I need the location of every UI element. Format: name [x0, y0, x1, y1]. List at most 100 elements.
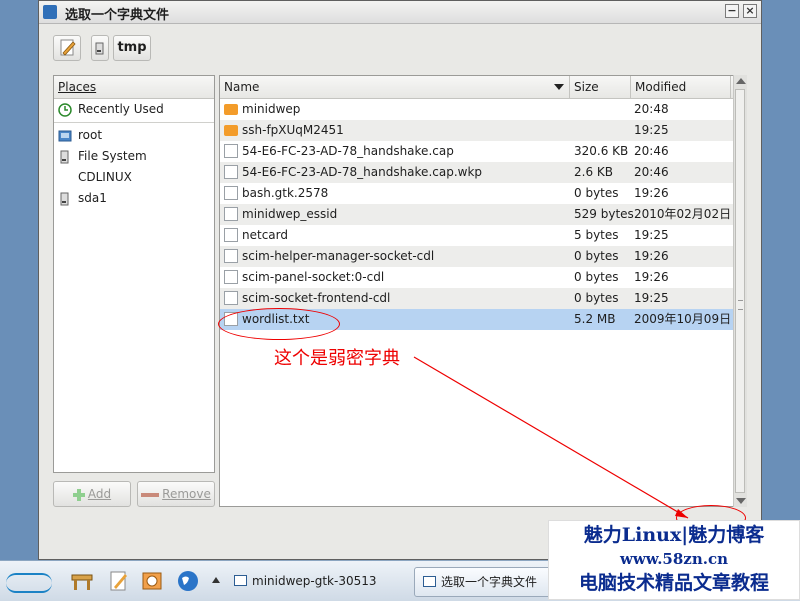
file-modified: 19:26	[634, 186, 669, 200]
scroll-up-arrow-icon[interactable]	[736, 78, 746, 84]
scroll-down-arrow-icon[interactable]	[736, 498, 746, 504]
file-row[interactable]: scim-helper-manager-socket-cdl 0 bytes 19:…	[220, 246, 746, 267]
drive-icon	[95, 42, 104, 55]
file-icon	[224, 291, 238, 305]
grip-icon	[738, 300, 743, 310]
file-icon	[224, 186, 238, 200]
place-label: File System	[78, 149, 147, 163]
minus-icon	[141, 492, 160, 497]
place-label: root	[78, 128, 103, 142]
file-name: scim-socket-frontend-cdl	[242, 291, 391, 305]
file-modified: 2009年10月09日	[634, 312, 732, 326]
file-size: 529 bytes	[574, 207, 634, 221]
file-row[interactable]: bash.gtk.2578 0 bytes 19:26	[220, 183, 746, 204]
column-name-label: Name	[224, 80, 260, 94]
add-bookmark-button[interactable]: Add	[53, 481, 131, 507]
places-header[interactable]: Places	[54, 76, 214, 99]
file-name: scim-panel-socket:0-cdl	[242, 270, 385, 284]
column-modified-header[interactable]: Modified	[631, 76, 731, 98]
file-modified: 19:25	[634, 123, 669, 137]
image-viewer-icon[interactable]	[140, 569, 164, 593]
file-icon	[224, 144, 238, 158]
path-segment-root[interactable]	[91, 35, 109, 61]
file-row[interactable]: 54-E6-FC-23-AD-78_handshake.cap 320.6 KB 2…	[220, 141, 746, 162]
place-recently-used[interactable]: Recently Used	[54, 99, 214, 120]
minimize-button[interactable]: −	[725, 4, 739, 18]
title-bar[interactable]: 选取一个字典文件 − ×	[39, 1, 761, 24]
file-name: 54-E6-FC-23-AD-78_handshake.cap	[242, 144, 454, 158]
file-modified: 19:25	[634, 291, 669, 305]
file-row[interactable]: 54-E6-FC-23-AD-78_handshake.cap.wkp 2.6 K…	[220, 162, 746, 183]
places-divider	[54, 122, 214, 123]
column-size-label: Size	[574, 80, 599, 94]
blank-icon	[58, 171, 72, 185]
web-browser-icon[interactable]	[176, 569, 200, 593]
watermark-line: 电脑技术精品文章教程	[578, 572, 769, 594]
scroll-thumb[interactable]	[735, 89, 745, 493]
edit-location-button[interactable]	[53, 35, 81, 61]
file-row[interactable]: scim-socket-frontend-cdl 0 bytes 19:25	[220, 288, 746, 309]
task-button-minidwep[interactable]: minidwep-gtk-30513	[226, 567, 410, 595]
file-size: 5.2 MB	[574, 312, 616, 326]
place-sda1[interactable]: sda1	[54, 188, 214, 209]
places-header-label: Places	[58, 80, 97, 94]
text-editor-icon[interactable]	[106, 569, 130, 593]
place-label: Recently Used	[78, 102, 164, 116]
column-name-header[interactable]: Name	[220, 76, 570, 98]
file-row[interactable]: minidwep_essid 529 bytes 2010年02月02日	[220, 204, 746, 225]
file-row[interactable]: netcard 5 bytes 19:25	[220, 225, 746, 246]
vertical-scrollbar[interactable]	[733, 75, 747, 507]
close-button[interactable]: ×	[743, 4, 757, 18]
add-label: Add	[87, 487, 112, 501]
file-modified: 19:25	[634, 228, 669, 242]
file-name: minidwep_essid	[242, 207, 338, 221]
recent-icon	[58, 102, 72, 117]
pencil-icon	[60, 39, 76, 56]
remove-label: Remove	[162, 487, 211, 501]
task-label: minidwep-gtk-30513	[252, 574, 377, 588]
window-icon	[234, 575, 247, 586]
expand-arrow-icon[interactable]	[212, 577, 220, 583]
file-size: 320.6 KB	[574, 144, 629, 158]
file-name: ssh-fpXUqM2451	[242, 123, 344, 137]
file-size: 0 bytes	[574, 186, 619, 200]
file-row[interactable]: scim-panel-socket:0-cdl 0 bytes 19:26	[220, 267, 746, 288]
sort-descending-icon	[554, 84, 564, 90]
file-modified: 20:48	[634, 102, 669, 116]
column-size-header[interactable]: Size	[570, 76, 631, 98]
path-segment-tmp[interactable]: tmp	[113, 35, 151, 61]
place-label: CDLINUX	[78, 170, 132, 184]
column-modified-label: Modified	[635, 80, 687, 94]
file-size: 2.6 KB	[574, 165, 613, 179]
file-icon	[224, 249, 238, 263]
file-modified: 19:26	[634, 270, 669, 284]
remove-bookmark-button[interactable]: Remove	[137, 481, 215, 507]
home-icon	[58, 130, 72, 141]
watermark-line: 魅力Linux|魅力博客	[583, 524, 765, 546]
window-icon	[43, 5, 57, 19]
file-icon	[224, 228, 238, 242]
place-label: sda1	[78, 191, 107, 205]
annotation-label: 这个是弱密字典	[274, 348, 400, 369]
annotation-ellipse-wordlist	[218, 308, 340, 340]
file-icon	[224, 207, 238, 221]
file-row[interactable]: ssh-fpXUqM2451 19:25	[220, 120, 746, 141]
file-row[interactable]: minidwep 20:48	[220, 99, 746, 120]
task-label: 选取一个字典文件	[441, 575, 538, 589]
file-name: netcard	[242, 228, 288, 242]
place-cdlinux[interactable]: CDLINUX	[54, 167, 214, 188]
table-icon[interactable]	[70, 569, 94, 593]
folder-icon	[224, 125, 238, 136]
place-file-system[interactable]: File System	[54, 146, 214, 167]
file-size: 0 bytes	[574, 270, 619, 284]
file-name: bash.gtk.2578	[242, 186, 329, 200]
file-modified: 19:26	[634, 249, 669, 263]
file-icon	[224, 270, 238, 284]
places-sidebar: Places Recently Used root File System CD…	[53, 75, 215, 473]
place-root[interactable]: root	[54, 125, 214, 146]
file-size: 0 bytes	[574, 291, 619, 305]
file-name: 54-E6-FC-23-AD-78_handshake.cap.wkp	[242, 165, 483, 179]
start-menu-icon[interactable]	[6, 573, 52, 593]
file-chooser-dialog: 选取一个字典文件 − × tmp Places Recently Used ro…	[38, 0, 762, 560]
window-title: 选取一个字典文件	[65, 8, 170, 23]
